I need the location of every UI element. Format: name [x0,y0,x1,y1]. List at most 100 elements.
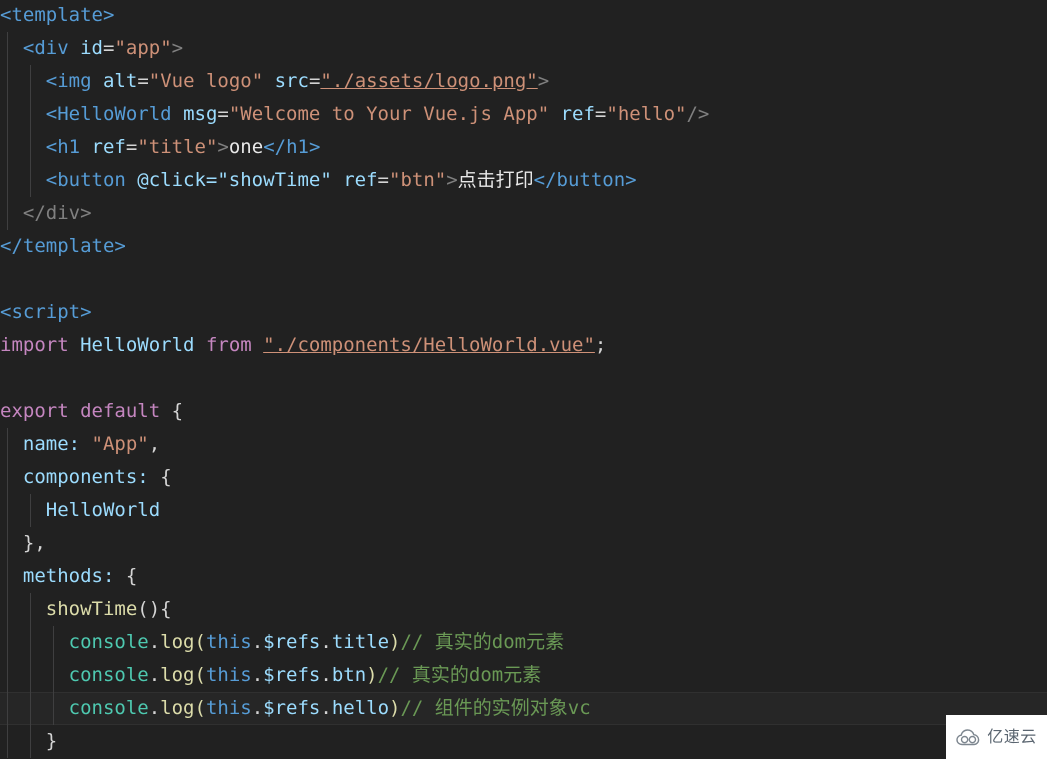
token-attr: ref [343,169,378,191]
code-line: components: { [0,461,1047,494]
code-line: <button @click="showTime" ref="btn">点击打印… [0,164,1047,197]
token-dot: . [251,664,264,686]
token-attr: ref [91,136,126,158]
code-line: <img alt="Vue logo" src="./assets/logo.p… [0,65,1047,98]
token-string: "App" [91,433,149,455]
cloud-icon [956,728,982,746]
token-text: 点击打印 [457,169,534,191]
code-line: showTime(){ [0,593,1047,626]
token-punct: /> [686,103,710,125]
token-string-link[interactable]: "./components/HelloWorld.vue" [263,334,595,356]
token-refs: $refs [263,631,321,653]
token-tag-close: </h1> [263,136,321,158]
token-comment: // 真实的dom元素 [377,664,542,686]
token-tag: <img [45,70,92,92]
code-line: name: "App", [0,428,1047,461]
token-string: "Welcome to Your Vue.js App" [228,103,550,125]
token-brace: { [160,598,172,620]
token-brace: { [171,400,184,422]
token-attr: id [80,37,103,59]
code-line: methods: { [0,560,1047,593]
token-punct: > [446,169,458,191]
token-keyword-from: from [205,334,252,356]
token-dot: . [148,664,161,686]
token-directive: @click="showTime" [137,169,332,191]
token-tag: <button [45,169,126,191]
watermark-label: 亿速云 [987,727,1037,746]
code-line: <div id="app"> [0,32,1047,65]
token-dot: . [320,631,332,653]
token-attr: ref [560,103,595,125]
token-component-tag: <HelloWorld [45,103,172,125]
token-tag-close: </button> [533,169,637,191]
code-line: console.log(this.$refs.btn)// 真实的dom元素 [0,659,1047,692]
token-keyword-default: default [80,400,161,422]
token-string: "hello" [606,103,687,125]
token-attr: alt [102,70,138,92]
token-this: this [205,697,252,719]
token-comment: // 真实的dom元素 [400,631,565,653]
token-semicolon: ; [594,334,607,356]
token-ref-name: hello [331,697,390,719]
code-line: export default { [0,395,1047,428]
token-property-methods: methods: [22,565,115,587]
token-dot: . [320,664,332,686]
token-dot: . [251,697,264,719]
token-keyword-import: import [0,334,69,356]
token-attr: msg [183,103,218,125]
code-line: </template> [0,230,1047,263]
token-object-console: console [68,631,149,653]
code-line-current: console.log(this.$refs.hello)// 组件的实例对象v… [0,692,1047,725]
token-dot: . [320,697,332,719]
token-comment: // 组件的实例对象vc [400,697,591,719]
token-attr: src [274,70,309,92]
token-method-log: log [160,664,195,686]
token-text: one [228,136,264,158]
token-string-link[interactable]: "./assets/logo.png" [320,70,537,92]
code-editor[interactable]: <template> <div id="app"> <img alt="Vue … [0,0,1047,759]
token-identifier: HelloWorld [80,334,195,356]
token-this: this [205,631,252,653]
token-property-name: name: [22,433,81,455]
token-method-log: log [160,697,195,719]
token-tag: <div [22,37,69,59]
token-object-console: console [68,664,149,686]
token-rparen: ) [389,697,401,719]
token-string: "btn" [389,169,447,191]
code-line: </div> [0,197,1047,230]
token-eq: = [103,37,115,59]
token-string: "title" [137,136,218,158]
token-ref-name: title [331,631,390,653]
code-line: } [0,725,1047,758]
token-property-components: components: [22,466,149,488]
token-punct: > [217,136,229,158]
token-lparen: ( [194,697,206,719]
code-line: <template> [0,0,1047,32]
token-function-name: showTime [45,598,138,620]
token-tag: <script> [0,301,92,323]
token-identifier: HelloWorld [45,499,161,521]
token-object-console: console [68,697,149,719]
token-keyword-export: export [0,400,69,422]
token-refs: $refs [263,664,321,686]
token-comma: , [148,433,161,455]
watermark: 亿速云 [946,715,1047,759]
code-line: console.log(this.$refs.title)// 真实的dom元素 [0,626,1047,659]
code-content: <template> <div id="app"> <img alt="Vue … [0,0,1047,758]
token-lparen: ( [194,631,206,653]
token-rparen: ) [389,631,401,653]
token-tag-close: </template> [0,235,126,257]
code-line: HelloWorld [0,494,1047,527]
code-line: }, [0,527,1047,560]
token-tag: <h1 [45,136,81,158]
token-tag-close: </div> [22,202,92,224]
token-parens: () [137,598,161,620]
token-dot: . [148,631,161,653]
token-ref-name: btn [331,664,367,686]
token-rparen: ) [366,664,378,686]
token-refs: $refs [263,697,321,719]
token-tag: <template> [0,4,115,26]
token-lparen: ( [194,664,206,686]
